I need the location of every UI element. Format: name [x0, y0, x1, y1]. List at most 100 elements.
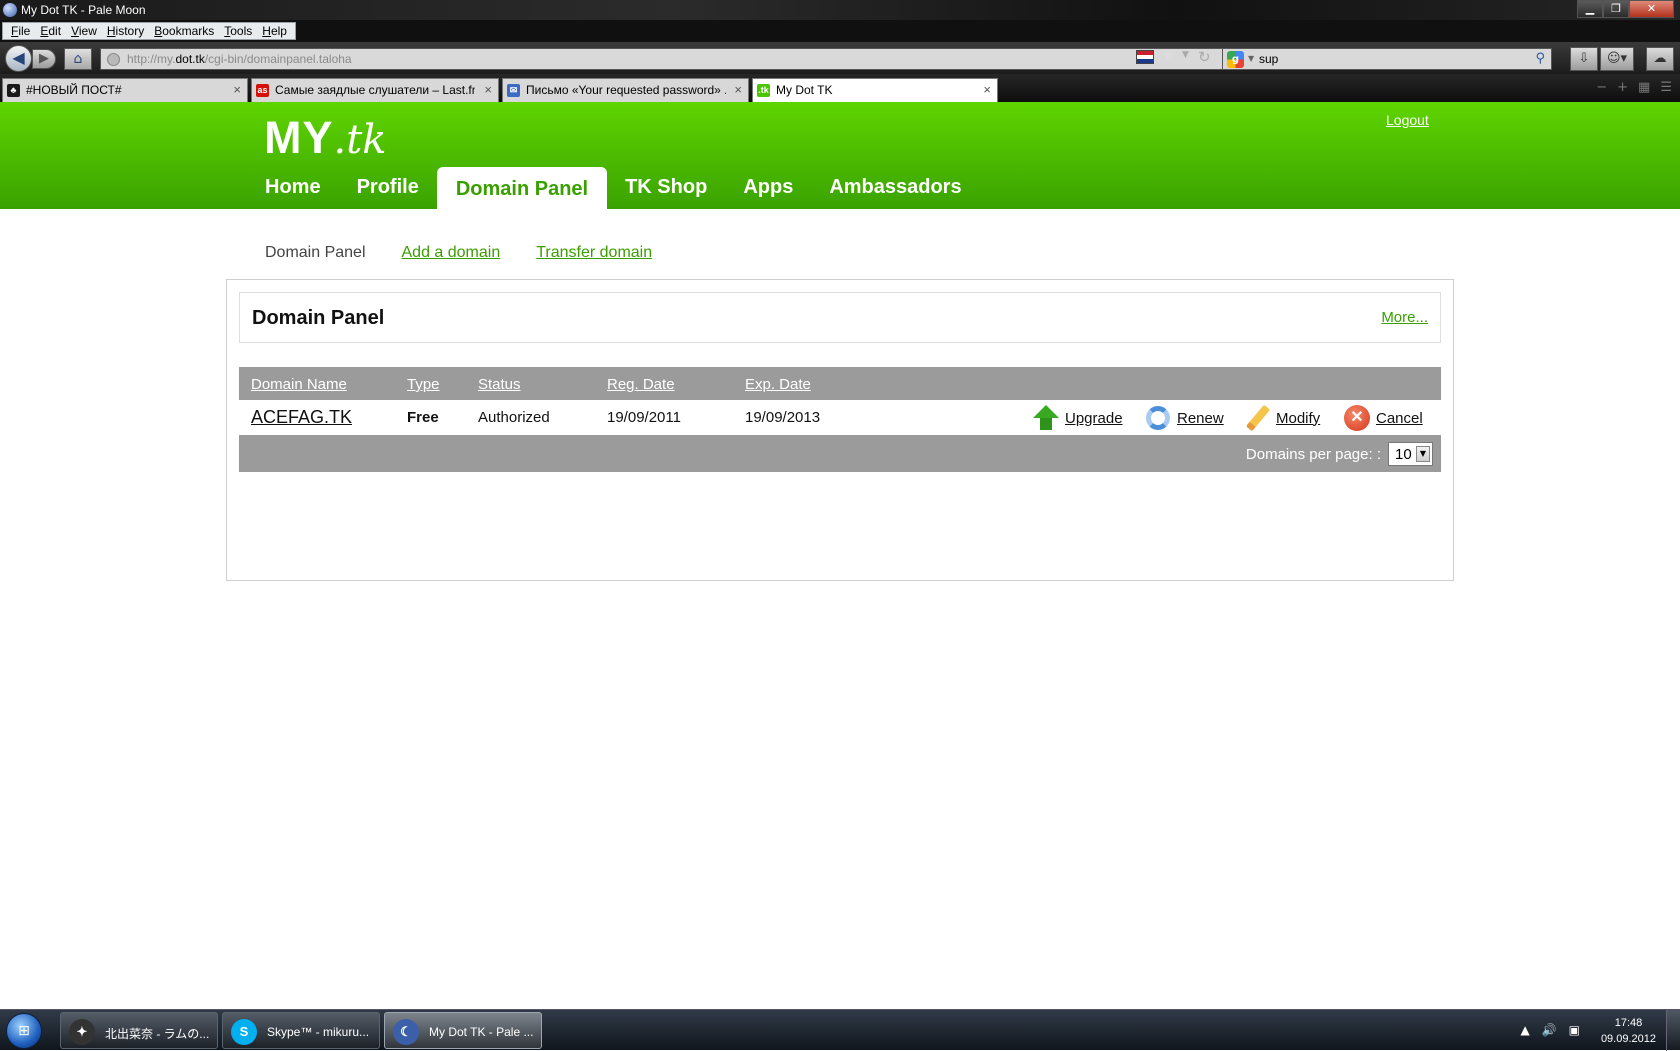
transfer-domain-link[interactable]: Transfer domain [536, 244, 652, 262]
menu-edit[interactable]: Edit [35, 24, 66, 38]
fox-app-icon: ✦ [69, 1019, 95, 1045]
lastfm-icon: as [256, 84, 269, 97]
menu-bookmarks[interactable]: Bookmarks [149, 24, 219, 38]
tab-label: My Dot TK [776, 83, 833, 97]
mail-icon: ✉ [507, 84, 520, 97]
sort-reg-date[interactable]: Reg. Date [607, 376, 675, 393]
close-tab-icon[interactable]: × [484, 82, 492, 97]
tab-label: #НОВЫЙ ПОСТ# [26, 83, 122, 97]
panel-header: Domain Panel More... [239, 292, 1441, 343]
back-button[interactable]: ◀ [5, 45, 32, 72]
network-icon[interactable]: ▣ [1569, 1023, 1580, 1037]
logout-link[interactable]: Logout [1386, 112, 1429, 128]
addon-monkey-button[interactable]: ☺▾ [1600, 47, 1634, 71]
cancel-button[interactable]: ✕ Cancel [1344, 404, 1423, 432]
clock[interactable]: 17:48 09.09.2012 [1601, 1015, 1656, 1047]
domain-table-footer: Domains per page: : 10 ▼ [239, 435, 1441, 472]
menu-file[interactable]: File [6, 24, 35, 38]
search-go-icon[interactable]: ⚲ [1535, 51, 1545, 66]
start-button[interactable]: ⊞ [6, 1013, 42, 1049]
chevron-down-icon[interactable]: ▼ [1416, 446, 1430, 462]
sort-status[interactable]: Status [478, 376, 521, 393]
zoom-in-icon[interactable]: + [1617, 80, 1628, 95]
taskbar-item-music[interactable]: ✦ 北出菜奈 - ラムの... [60, 1012, 218, 1049]
taskbar-item-skype[interactable]: S Skype™ - mikuru... [222, 1012, 380, 1049]
forward-button[interactable]: ▶ [32, 49, 56, 69]
domain-panel: Domain Panel More... Domain Name Type St… [226, 279, 1454, 581]
tab-new-post[interactable]: ♣ #НОВЫЙ ПОСТ# × [2, 78, 248, 102]
url-text[interactable]: http://my.dot.tk/cgi-bin/domainpanel.tal… [127, 52, 352, 66]
reload-icon[interactable]: ↻ [1198, 48, 1211, 66]
menu-group: File Edit View History Bookmarks Tools H… [2, 22, 296, 40]
sync-button[interactable]: ☁ [1646, 47, 1674, 71]
tab-lastfm[interactable]: as Самые заядлые слушатели – Last.fm × [251, 78, 499, 102]
domain-type: Free [407, 409, 439, 426]
nav-ambassadors[interactable]: Ambassadors [811, 176, 979, 209]
nav-apps[interactable]: Apps [725, 176, 811, 209]
minimize-button[interactable]: ▁ [1577, 0, 1603, 18]
bookmark-star-icon[interactable]: ★ [1162, 49, 1175, 65]
close-tab-icon[interactable]: × [983, 82, 991, 97]
taskbar-label: 北出菜奈 - ラムの... [105, 1027, 210, 1041]
sort-domain-name[interactable]: Domain Name [251, 376, 347, 393]
renew-button[interactable]: Renew [1145, 404, 1224, 432]
restore-button[interactable]: ❐ [1603, 0, 1629, 18]
site-identity-icon[interactable] [107, 53, 120, 66]
home-button[interactable]: ⌂ [64, 48, 92, 70]
taskbar-item-pale-moon[interactable]: ☾ My Dot TK - Pale ... [384, 1012, 542, 1049]
menu-view[interactable]: View [66, 24, 102, 38]
close-tab-icon[interactable]: × [734, 82, 742, 97]
close-window-button[interactable]: ✕ [1629, 0, 1674, 18]
taskbar-label: Skype™ - mikuru... [267, 1025, 370, 1039]
menubar: File Edit View History Bookmarks Tools H… [0, 20, 1680, 42]
dottk-logo[interactable]: MY.tk [264, 112, 387, 163]
per-page-select[interactable]: 10 ▼ [1388, 442, 1433, 466]
back-arrow-icon: ◀ [12, 48, 25, 67]
per-page-label: Domains per page: : [1245, 446, 1381, 463]
tab-tools: − + ▦ ☰ [1596, 80, 1672, 95]
upgrade-label: Upgrade [1065, 409, 1123, 427]
menu-history[interactable]: History [102, 24, 149, 38]
download-icon: ⇩ [1578, 51, 1590, 66]
add-domain-link[interactable]: Add a domain [402, 244, 501, 262]
modify-label: Modify [1276, 409, 1321, 427]
dottk-icon: .tk [757, 84, 770, 97]
upgrade-arrow-icon [1033, 405, 1059, 431]
tab-label: Письмо «Your requested password» ... [526, 83, 726, 97]
url-history-dropdown-icon[interactable]: ▼ [1182, 50, 1189, 60]
tab-groups-icon[interactable]: ▦ [1638, 80, 1650, 95]
nav-domain-panel[interactable]: Domain Panel [436, 167, 608, 209]
search-input[interactable] [1259, 51, 1519, 67]
sort-exp-date[interactable]: Exp. Date [745, 376, 811, 393]
engine-dropdown-icon[interactable]: ▼ [1248, 54, 1254, 63]
per-page-value: 10 [1395, 446, 1412, 463]
nav-profile[interactable]: Profile [339, 176, 437, 209]
volume-icon[interactable]: 🔊 [1542, 1023, 1557, 1037]
zoom-out-icon[interactable]: − [1596, 80, 1607, 95]
nav-home[interactable]: Home [247, 176, 339, 209]
downloads-button[interactable]: ⇩ [1570, 47, 1598, 71]
renew-label: Renew [1177, 409, 1224, 427]
sort-type[interactable]: Type [407, 376, 440, 393]
modify-button[interactable]: Modify [1244, 404, 1320, 432]
tab-mail[interactable]: ✉ Письмо «Your requested password» ... × [502, 78, 749, 102]
search-bar[interactable]: g ▼ ⚲ [1222, 48, 1552, 70]
site-header: MY.tk Logout Home Profile Domain Panel T… [0, 102, 1680, 209]
tab-my-dot-tk[interactable]: .tk My Dot TK × [752, 78, 998, 103]
address-bar[interactable]: http://my.dot.tk/cgi-bin/domainpanel.tal… [100, 48, 1230, 70]
menu-tools[interactable]: Tools [219, 24, 257, 38]
domain-name-link[interactable]: ACEFAG.TK [251, 407, 352, 428]
menu-help[interactable]: Help [257, 24, 292, 38]
list-all-tabs-icon[interactable]: ☰ [1660, 80, 1672, 95]
show-desktop-button[interactable] [1666, 1010, 1680, 1051]
sub-navigation: Domain Panel Add a domain Transfer domai… [265, 244, 688, 262]
nav-tk-shop[interactable]: TK Shop [607, 176, 725, 209]
tray-expand-icon[interactable]: ▲ [1520, 1023, 1529, 1037]
window-title: My Dot TK - Pale Moon [21, 3, 146, 17]
pencil-icon [1244, 404, 1271, 432]
close-tab-icon[interactable]: × [233, 82, 241, 97]
more-link[interactable]: More... [1381, 309, 1428, 326]
renew-icon [1145, 405, 1171, 431]
google-icon[interactable]: g [1227, 51, 1244, 68]
upgrade-button[interactable]: Upgrade [1033, 404, 1123, 432]
